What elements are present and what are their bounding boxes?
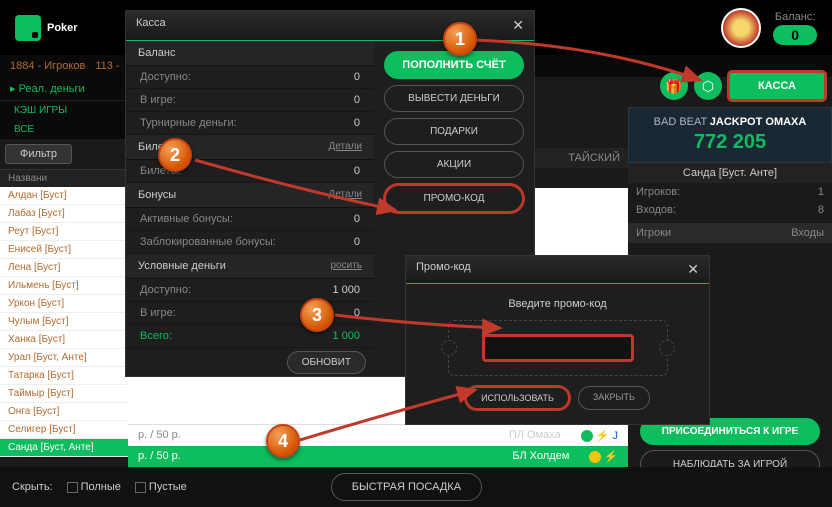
update-button[interactable]: ОБНОВИТ — [287, 351, 366, 374]
row-play-avail: Доступно:1 000 — [126, 279, 374, 302]
promo-title: Промо-код — [416, 261, 471, 278]
jackpot-value: 772 205 — [637, 131, 823, 154]
row-active-bonuses: Активные бонусы:0 — [126, 208, 374, 231]
game-type-row-selected[interactable]: р. / 50 р. БЛ Холдем ⚡ — [128, 446, 628, 467]
other-count: 113 - — [95, 60, 119, 72]
left-sidebar: Реал. деньги КЭШ ИГРЫ ВСЕ Фильтр Названи… — [0, 77, 128, 457]
row-total: Всего:1 000 — [126, 325, 374, 348]
game-list: Названи Алдан [Буст] Лабаз [Буст] Реут [… — [0, 169, 128, 457]
game-row[interactable]: Селигер [Буст] — [0, 421, 128, 439]
jackpot-panel: BAD BEAT JACKPOT ОМАХА 772 205 — [628, 107, 832, 163]
kassa-button[interactable]: КАССА — [728, 71, 826, 101]
game-row[interactable]: Лабаз [Буст] — [0, 205, 128, 223]
use-promo-button[interactable]: ИСПОЛЬЗОВАТЬ — [465, 386, 570, 410]
gifts-button[interactable]: ПОДАРКИ — [384, 118, 524, 145]
players-count: 1884 - Игроков — [10, 60, 85, 72]
request-link[interactable]: росить — [331, 260, 363, 272]
rate: р. / 50 р. — [138, 429, 489, 442]
callout-3: 3 — [300, 298, 334, 332]
game-info-title: Санда [Буст. Анте] — [628, 163, 832, 183]
promo-code-input[interactable] — [483, 335, 633, 361]
game-row[interactable]: Чулым [Буст] — [0, 313, 128, 331]
withdraw-button[interactable]: ВЫВЕСТИ ДЕНЬГИ — [384, 85, 524, 112]
game-row-selected[interactable]: Санда [Буст, Анте] — [0, 439, 128, 457]
game-row[interactable]: Ханка [Буст] — [0, 331, 128, 349]
jackpot-title: BAD BEAT JACKPOT ОМАХА — [637, 116, 823, 128]
callout-2: 2 — [158, 138, 192, 172]
promo-ticket — [448, 320, 668, 376]
nav-cash-games[interactable]: КЭШ ИГРЫ — [0, 101, 128, 120]
balance-value[interactable]: 0 — [773, 25, 817, 45]
games-col-name: Названи — [0, 170, 128, 187]
quick-seat-button[interactable]: БЫСТРАЯ ПОСАДКА — [331, 473, 482, 501]
game-row[interactable]: Онга [Буст] — [0, 403, 128, 421]
game-row[interactable]: Уркон [Буст] — [0, 295, 128, 313]
close-icon[interactable]: ✕ — [687, 261, 699, 278]
close-promo-button[interactable]: ЗАКРЫТЬ — [578, 386, 650, 410]
section-play-money: Условные деньгиросить — [126, 254, 374, 279]
hide-label: Скрыть: — [12, 481, 53, 493]
balance-box: Баланс: 0 — [773, 11, 817, 45]
promo-titlebar: Промо-код ✕ — [406, 256, 709, 284]
kassa-title: Касса — [136, 17, 166, 34]
bottom-bar: Скрыть: Полные Пустые БЫСТРАЯ ПОСАДКА — [0, 467, 832, 507]
full-checkbox[interactable]: Полные — [67, 481, 121, 493]
players-header: ИгрокиВходы — [628, 223, 832, 243]
callout-4: 4 — [266, 424, 300, 458]
row-ingame: В игре:0 — [126, 89, 374, 112]
game-row[interactable]: Таймыр [Буст] — [0, 385, 128, 403]
game-row[interactable]: Алдан [Буст] — [0, 187, 128, 205]
logo: Poker — [15, 15, 78, 41]
entries-info: Входов:8 — [628, 201, 832, 219]
game-type-row[interactable]: р. / 50 р. ПЛ Омаха ⚡J — [128, 424, 628, 446]
row-play-ingame: В игре:0 — [126, 302, 374, 325]
nav-real-money[interactable]: Реал. деньги — [0, 77, 128, 101]
rate: р. / 50 р. — [138, 450, 492, 463]
game-holdem: БЛ Холдем — [512, 450, 569, 463]
section-balance: Баланс — [126, 41, 374, 66]
avatar[interactable] — [721, 8, 761, 48]
close-icon[interactable]: ✕ — [512, 17, 524, 34]
promo-modal: Промо-код ✕ Введите промо-код ИСПОЛЬЗОВА… — [405, 255, 710, 425]
game-omaha: ПЛ Омаха — [509, 429, 561, 442]
game-row[interactable]: Татарка [Буст] — [0, 367, 128, 385]
game-row[interactable]: Реут [Буст] — [0, 223, 128, 241]
nav-all[interactable]: ВСЕ — [0, 120, 128, 139]
filter-button[interactable]: Фильтр — [5, 144, 72, 164]
promos-button[interactable]: АКЦИИ — [384, 151, 524, 178]
row-blocked-bonuses: Заблокированные бонусы:0 — [126, 231, 374, 254]
gift-icon[interactable]: 🎁 — [660, 72, 688, 100]
bonuses-details-link[interactable]: Детали — [329, 189, 362, 201]
balance-area: Баланс: 0 — [721, 8, 817, 48]
logo-text: Poker — [47, 22, 78, 34]
promo-code-button[interactable]: ПРОМО-КОД — [384, 184, 524, 213]
status-dot-icon — [581, 430, 593, 442]
players-info: Игроков:1 — [628, 183, 832, 201]
tickets-details-link[interactable]: Детали — [329, 141, 362, 153]
promo-prompt: Введите промо-код — [420, 298, 695, 310]
balance-label: Баланс: — [773, 11, 817, 23]
row-tourn: Турнирные деньги:0 — [126, 112, 374, 135]
game-row[interactable]: Урал [Буст, Анте] — [0, 349, 128, 367]
game-row[interactable]: Ильмень [Буст] — [0, 277, 128, 295]
logo-icon — [15, 15, 41, 41]
col-chinese: ТАЙСКИЙ — [560, 148, 628, 168]
game-row[interactable]: Енисей [Буст] — [0, 241, 128, 259]
row-available: Доступно:0 — [126, 66, 374, 89]
status-dot-icon — [589, 451, 601, 463]
section-bonuses: БонусыДетали — [126, 183, 374, 208]
callout-1: 1 — [443, 22, 477, 56]
star-icon[interactable]: ⬡ — [694, 72, 722, 100]
empty-checkbox[interactable]: Пустые — [135, 481, 187, 493]
game-row[interactable]: Лена [Буст] — [0, 259, 128, 277]
